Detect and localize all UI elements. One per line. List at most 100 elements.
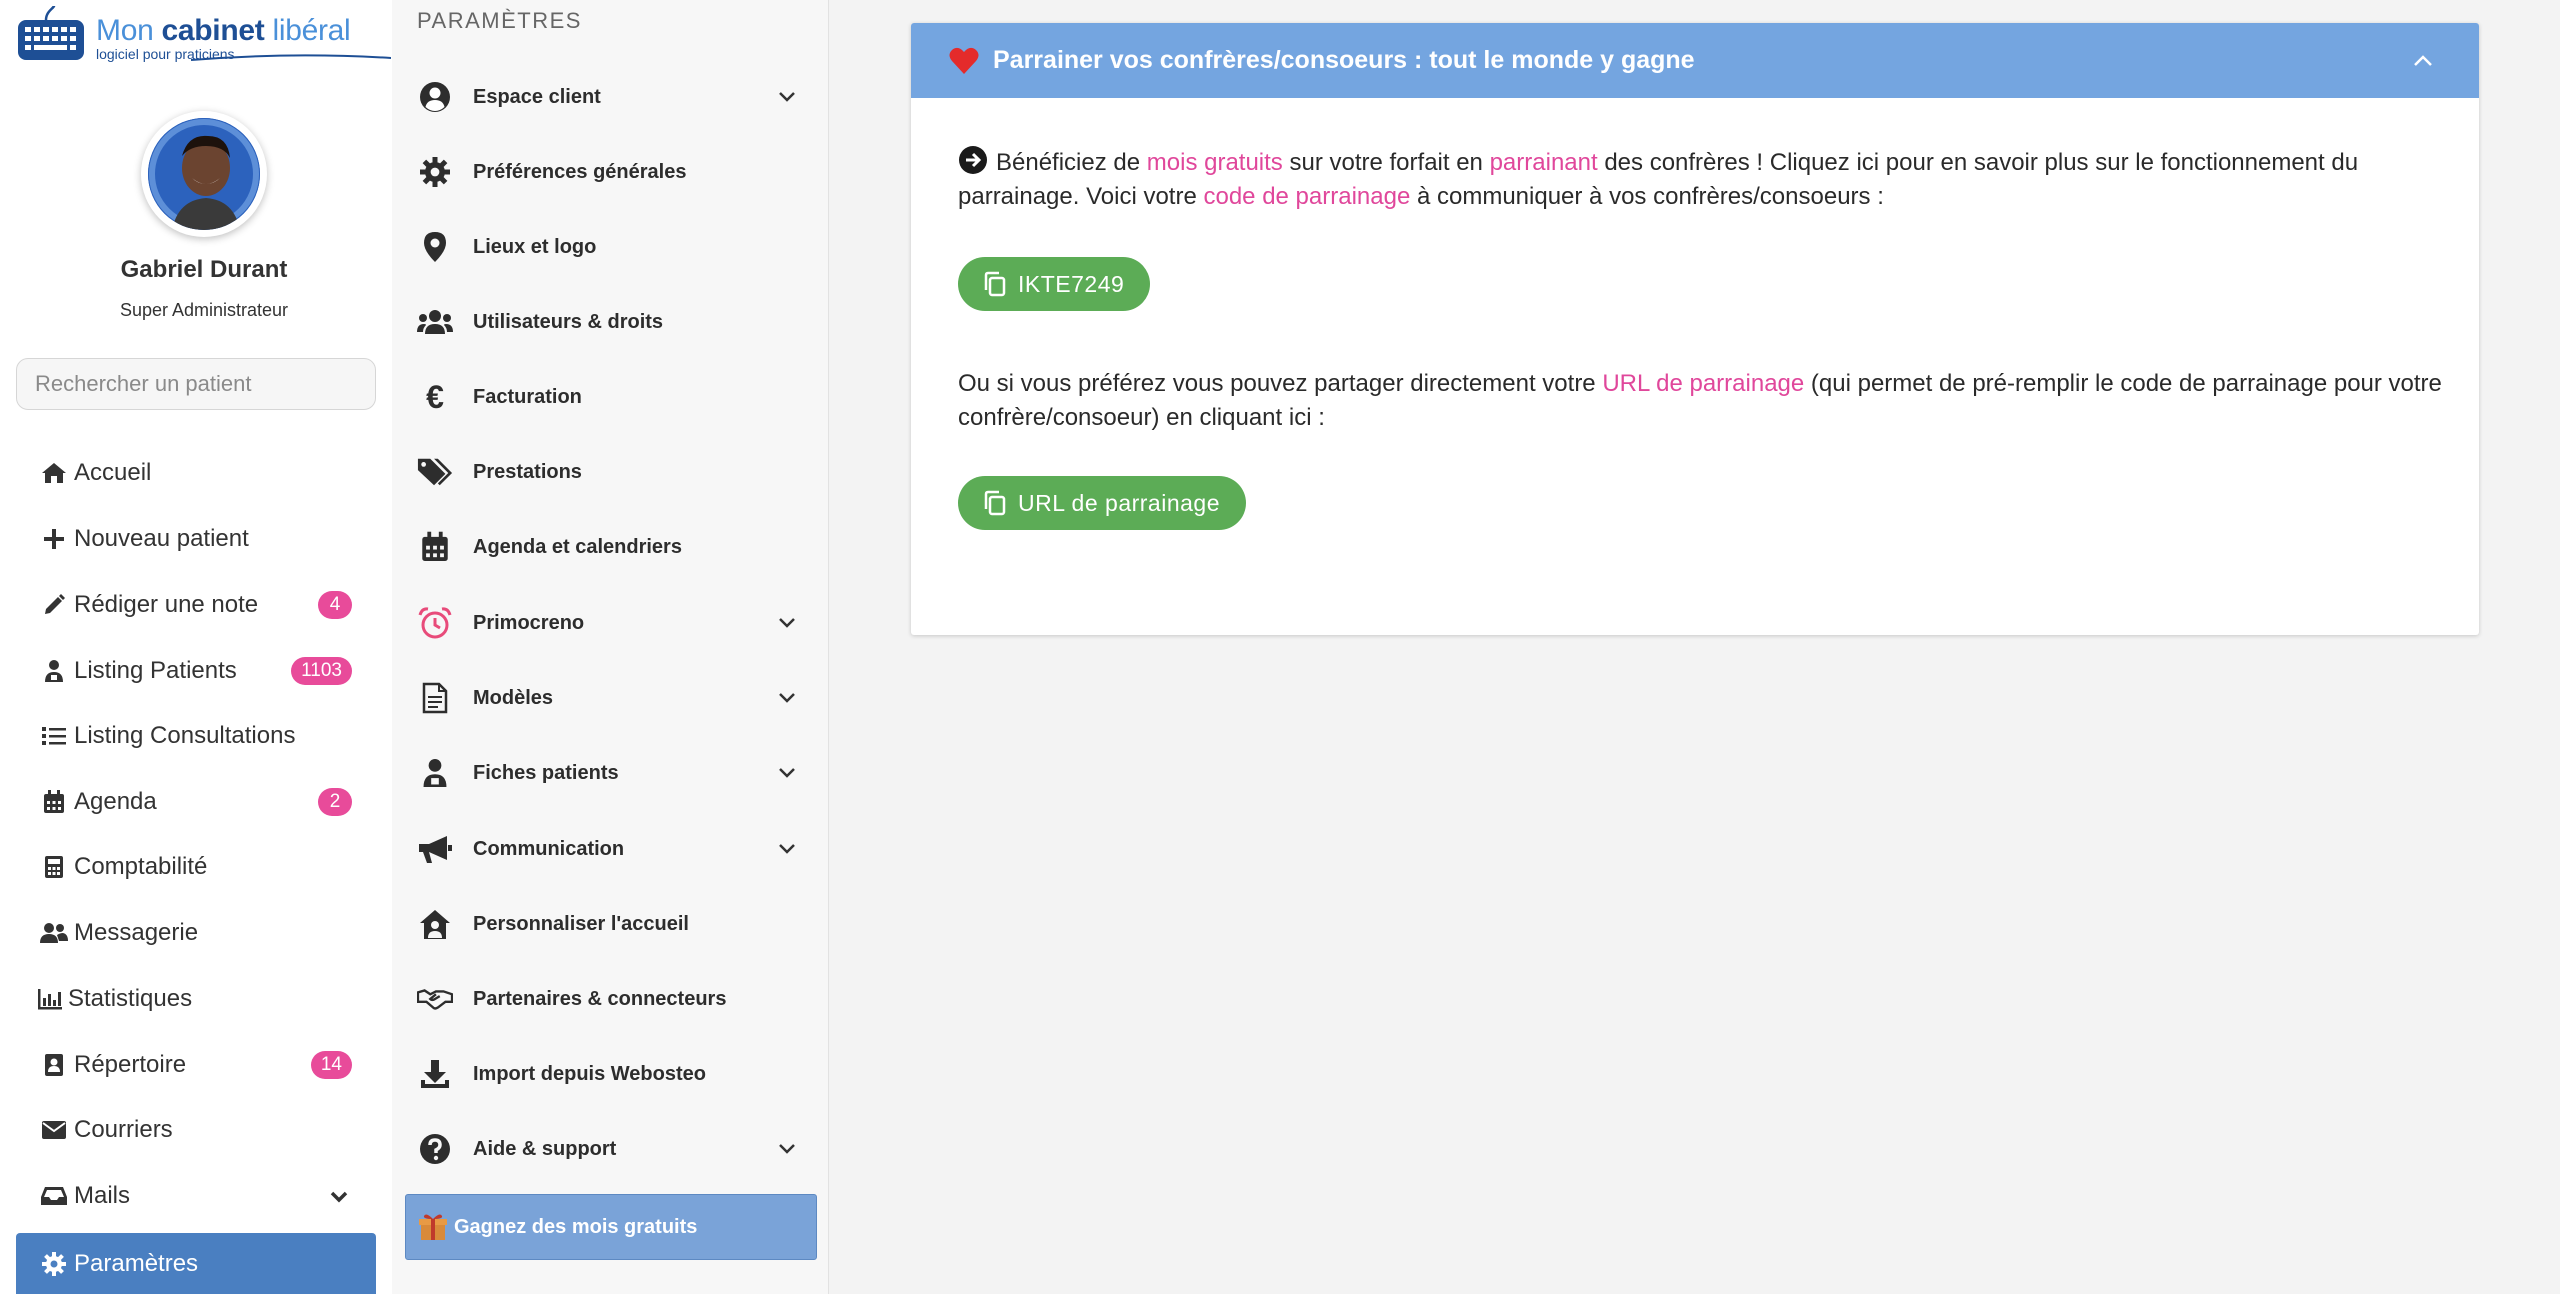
settings-item-lieux-logo[interactable]: Lieux et logo xyxy=(417,219,807,275)
referral-code-value: IKTE7249 xyxy=(1018,270,1125,297)
nav-item-accueil[interactable]: Accueil xyxy=(16,444,376,502)
nav-label: Rédiger une note xyxy=(74,591,259,618)
nav-item-comptabilite[interactable]: Comptabilité xyxy=(16,838,376,896)
chevron-down-icon[interactable] xyxy=(330,1182,348,1210)
chart-icon xyxy=(36,985,64,1013)
nav-item-messagerie[interactable]: Messagerie xyxy=(16,904,376,962)
card-title: Parrainer vos confrères/consoeurs : tout… xyxy=(993,46,1695,74)
avatar-person-icon xyxy=(148,118,260,230)
nav-label: Listing Consultations xyxy=(74,722,296,749)
settings-item-label: Espace client xyxy=(473,85,601,108)
nav-item-listing-patients[interactable]: Listing Patients 1103 xyxy=(16,642,376,700)
settings-item-facturation[interactable]: € Facturation xyxy=(417,369,807,425)
envelope-icon xyxy=(40,1116,68,1144)
settings-item-label: Prestations xyxy=(473,460,582,483)
chevron-down-icon[interactable] xyxy=(773,692,801,704)
plus-icon xyxy=(40,525,68,553)
settings-item-label: Modèles xyxy=(473,686,554,709)
settings-item-label: Utilisateurs & droits xyxy=(473,310,664,333)
settings-item-communication[interactable]: Communication xyxy=(417,821,807,877)
nav-label: Répertoire xyxy=(74,1051,187,1078)
chevron-down-icon[interactable] xyxy=(773,843,801,855)
pencil-icon xyxy=(40,591,68,619)
alarm-clock-icon xyxy=(417,605,453,641)
repertoire-count-badge: 14 xyxy=(310,1051,352,1079)
nav-item-mails[interactable]: Mails xyxy=(16,1167,376,1225)
referral-card-header[interactable]: Parrainer vos confrères/consoeurs : tout… xyxy=(911,23,2479,98)
referral-url-label: URL de parrainage xyxy=(1018,489,1220,516)
patient-icon xyxy=(417,755,453,791)
free-months-link[interactable]: mois gratuits xyxy=(1147,149,1283,176)
nav-label: Messagerie xyxy=(74,919,199,946)
list-icon xyxy=(40,722,68,750)
nav-item-listing-consultations[interactable]: Listing Consultations xyxy=(16,707,376,765)
logo-swoosh-icon xyxy=(191,54,391,61)
settings-item-preferences[interactable]: Préférences générales xyxy=(417,144,807,200)
text-segment: à communiquer à vos confrères/consoeurs … xyxy=(1410,183,1884,210)
heart-icon xyxy=(949,47,979,74)
agenda-count-badge: 2 xyxy=(318,788,352,816)
main-sidebar: Mon cabinet libéral logiciel pour pratic… xyxy=(0,0,392,1294)
nav-label: Statistiques xyxy=(68,985,193,1012)
calendar-icon xyxy=(417,529,453,565)
nav-item-nouveau-patient[interactable]: Nouveau patient xyxy=(16,510,376,568)
nav-item-rediger-note[interactable]: Rédiger une note 4 xyxy=(16,576,376,634)
nav-label: Comptabilité xyxy=(74,853,208,880)
chevron-down-icon[interactable] xyxy=(773,91,801,103)
chevron-down-icon[interactable] xyxy=(773,767,801,779)
settings-item-primocreno[interactable]: Primocreno xyxy=(417,595,807,651)
settings-item-aide-support[interactable]: Aide & support xyxy=(417,1121,807,1177)
copy-referral-code-button[interactable]: IKTE7249 xyxy=(958,257,1151,311)
referral-url-text: Ou si vous préférez vous pouvez partager… xyxy=(958,367,2448,435)
copy-icon xyxy=(984,490,1006,516)
nav-label: Paramètres xyxy=(74,1249,199,1277)
chevron-down-icon[interactable] xyxy=(773,1143,801,1155)
nav-item-parametres[interactable]: Paramètres xyxy=(16,1233,376,1294)
nav-label: Courriers xyxy=(74,1116,173,1143)
referral-url-link[interactable]: URL de parrainage xyxy=(1602,370,1804,397)
settings-item-utilisateurs[interactable]: Utilisateurs & droits xyxy=(417,294,807,350)
chevron-up-icon[interactable] xyxy=(2405,43,2441,79)
referral-code-link[interactable]: code de parrainage xyxy=(1203,183,1410,210)
nav-item-repertoire[interactable]: Répertoire 14 xyxy=(16,1036,376,1094)
user-name: Gabriel Durant xyxy=(120,256,288,283)
referring-link[interactable]: parrainant xyxy=(1490,149,1598,176)
settings-item-label: Fiches patients xyxy=(473,761,619,784)
tags-icon xyxy=(417,454,453,490)
settings-item-import-webosteo[interactable]: Import depuis Webosteo xyxy=(417,1046,807,1102)
patient-icon xyxy=(40,657,68,685)
nav-item-courriers[interactable]: Courriers xyxy=(16,1101,376,1159)
settings-item-espace-client[interactable]: Espace client xyxy=(417,69,807,125)
avatar[interactable] xyxy=(141,111,267,237)
settings-title: PARAMÈTRES xyxy=(417,8,582,33)
referral-intro-text: Bénéficiez de mois gratuits sur votre fo… xyxy=(958,145,2448,214)
app-logo[interactable]: Mon cabinet libéral logiciel pour pratic… xyxy=(16,2,391,72)
settings-item-label: Facturation xyxy=(473,385,582,408)
nav-label: Mails xyxy=(74,1182,131,1209)
nav-item-agenda[interactable]: Agenda 2 xyxy=(16,773,376,831)
settings-panel: PARAMÈTRES Espace client Préférences gén… xyxy=(392,0,829,1294)
copy-referral-url-button[interactable]: URL de parrainage xyxy=(958,476,1246,530)
megaphone-icon xyxy=(417,831,453,867)
settings-item-personnaliser-accueil[interactable]: Personnaliser l'accueil xyxy=(417,896,807,952)
settings-item-fiches-patients[interactable]: Fiches patients xyxy=(417,745,807,801)
download-icon xyxy=(417,1056,453,1092)
address-book-icon xyxy=(40,1051,68,1079)
settings-item-label: Communication xyxy=(473,837,625,860)
patient-search-input[interactable] xyxy=(16,358,376,410)
notes-count-badge: 4 xyxy=(318,591,352,619)
nav-label: Accueil xyxy=(74,459,152,486)
free-months-label: Gagnez des mois gratuits xyxy=(454,1215,698,1238)
settings-item-partenaires[interactable]: Partenaires & connecteurs xyxy=(417,971,807,1027)
users-icon xyxy=(417,304,453,340)
settings-item-modeles[interactable]: Modèles xyxy=(417,670,807,726)
settings-item-agenda[interactable]: Agenda et calendriers xyxy=(417,519,807,575)
nav-item-statistiques[interactable]: Statistiques xyxy=(16,970,376,1028)
settings-item-label: Agenda et calendriers xyxy=(473,535,682,558)
copy-icon xyxy=(984,271,1006,297)
settings-item-label: Aide & support xyxy=(473,1137,617,1160)
free-months-button[interactable]: Gagnez des mois gratuits xyxy=(405,1194,817,1260)
settings-item-label: Primocreno xyxy=(473,611,585,634)
chevron-down-icon[interactable] xyxy=(773,617,801,629)
settings-item-prestations[interactable]: Prestations xyxy=(417,444,807,500)
